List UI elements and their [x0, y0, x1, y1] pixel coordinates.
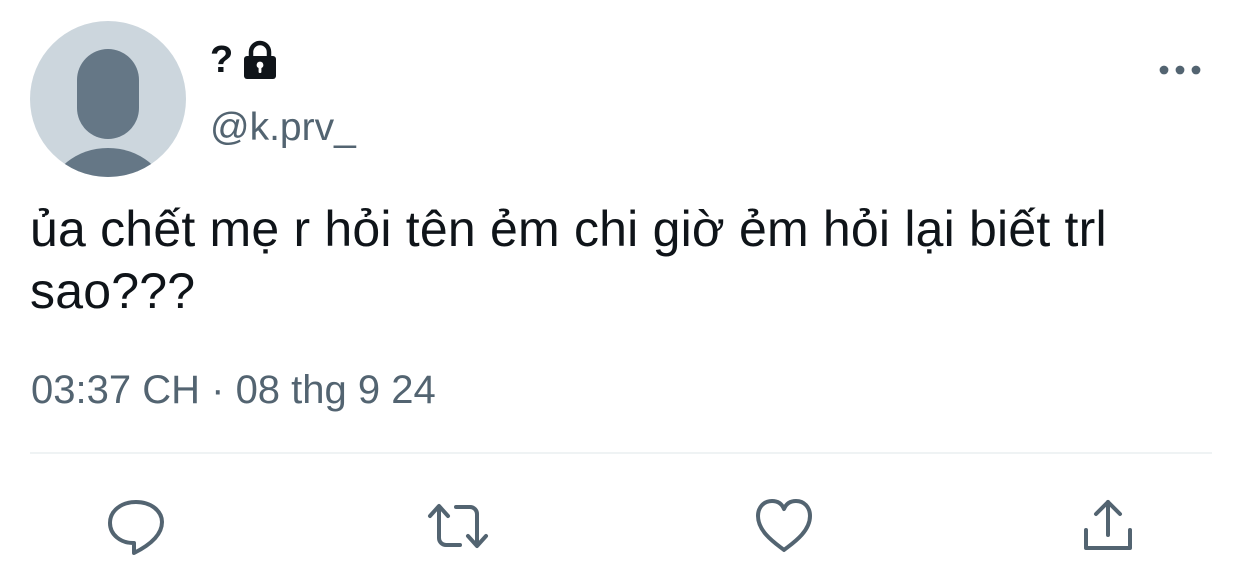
- divider: [30, 452, 1212, 454]
- more-options-button[interactable]: [1152, 52, 1208, 88]
- retweet-button[interactable]: [426, 494, 490, 558]
- more-icon: [1159, 65, 1201, 75]
- like-button[interactable]: [752, 494, 816, 558]
- reply-icon: [108, 500, 164, 555]
- retweet-icon: [428, 504, 488, 548]
- share-icon: [1084, 500, 1132, 550]
- tweet-date: 08 thg 9 24: [235, 368, 436, 412]
- user-handle[interactable]: @k.prv_: [210, 108, 356, 147]
- display-name[interactable]: ?: [210, 41, 233, 79]
- reply-button[interactable]: [104, 494, 168, 558]
- timestamp-separator: ·: [211, 368, 225, 412]
- tweet-time: 03:37 CH: [31, 368, 200, 412]
- tweet-timestamp[interactable]: 03:37 CH · 08 thg 9 24: [31, 370, 436, 410]
- lock-icon: [241, 40, 279, 80]
- tweet-text: ủa chết mẹ r hỏi tên ẻm chi giờ ẻm hỏi l…: [30, 201, 1107, 319]
- like-icon: [756, 499, 812, 552]
- user-header: ?: [210, 36, 279, 84]
- default-avatar-icon: [54, 49, 162, 177]
- avatar[interactable]: [30, 21, 186, 177]
- share-button[interactable]: [1076, 494, 1140, 558]
